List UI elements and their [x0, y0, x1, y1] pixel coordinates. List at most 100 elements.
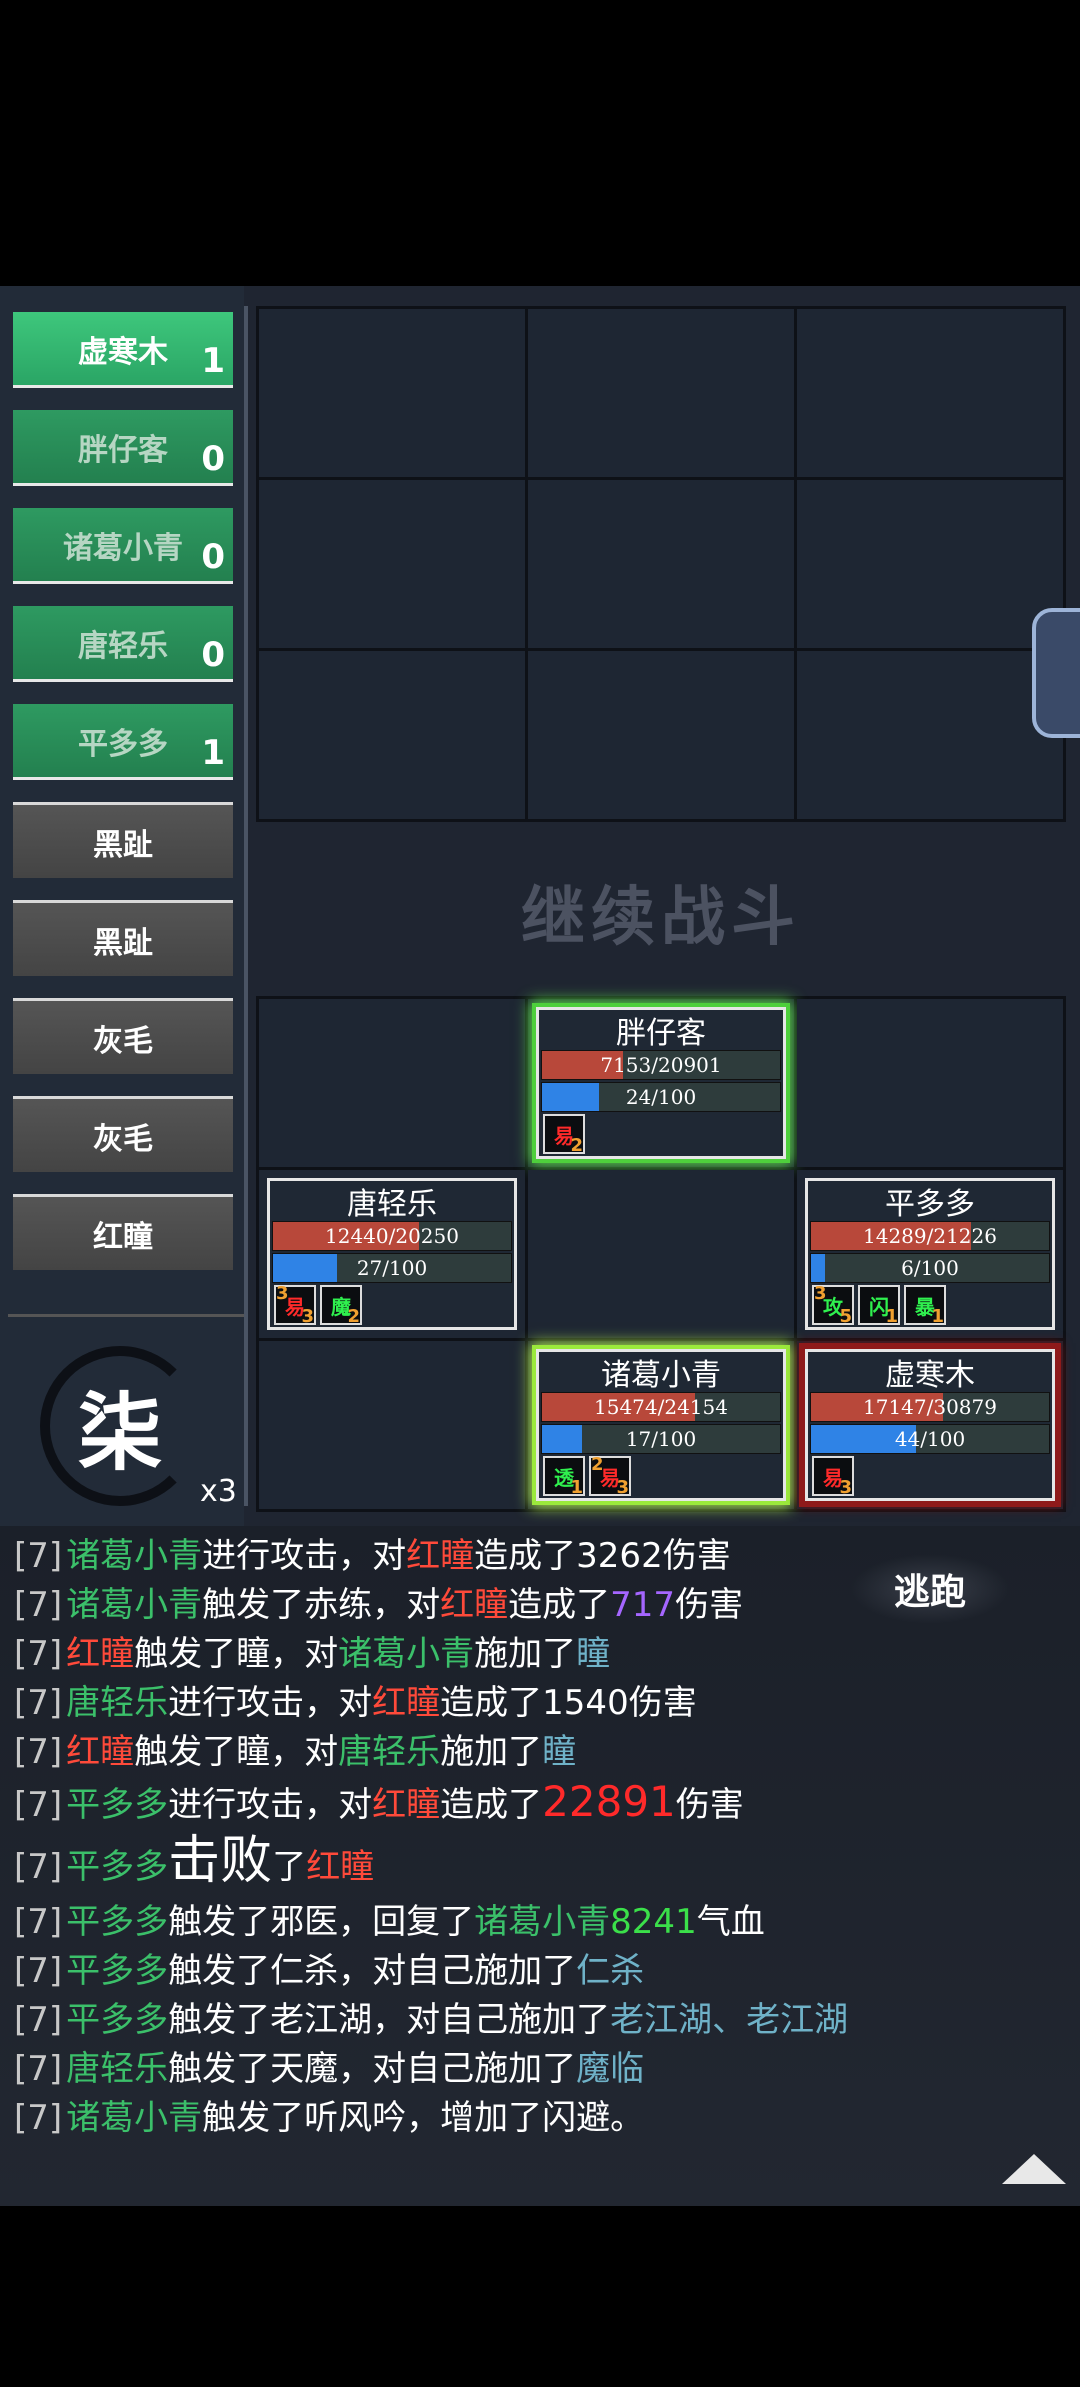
buff-icon[interactable]: 暴1 [904, 1285, 946, 1327]
buff-stack: 2 [591, 1454, 604, 1475]
roster-enemy-5[interactable]: 红瞳 [13, 1194, 233, 1270]
ally-slot[interactable]: 胖仔客 7153/20901 24/100 易2 [528, 999, 794, 1167]
roster-count: 0 [201, 439, 225, 479]
log-segment: 8241 [610, 1902, 697, 1942]
buff-list: 攻35闪1暴1 [812, 1283, 1048, 1327]
roster-name: 黑趾 [93, 827, 153, 863]
buff-icon[interactable]: 透1 [543, 1456, 585, 1498]
log-segment: 老江湖、老江湖 [610, 2000, 849, 2040]
log-segment: 诸葛小青 [66, 1585, 203, 1625]
log-segment: 击败 [168, 1831, 273, 1891]
buff-list: 易2 [543, 1114, 779, 1156]
log-segment: 瞳 [576, 1634, 611, 1674]
enemy-slot[interactable] [797, 309, 1063, 477]
energy-text: 24/100 [625, 1085, 697, 1109]
log-segment: 伤害 [675, 1785, 744, 1825]
log-line: [7] 平多多触发了老江湖，对自己施加了老江湖、老江湖 [14, 1996, 1064, 2045]
roster-name: 灰毛 [93, 1121, 153, 1157]
battle-log-panel: 逃跑 [7] 诸葛小青进行攻击，对红瞳造成了3262伤害 [7] 诸葛小青触发了赤练，… [0, 1526, 1080, 2206]
roster-name: 平多多 [78, 726, 168, 762]
roster-ally-tangqingle[interactable]: 唐轻乐 0 [13, 606, 233, 682]
log-line: [7] 平多多触发了邪医，回复了诸葛小青8241气血 [14, 1898, 1064, 1947]
ally-slot [528, 1170, 794, 1338]
log-segment: 诸葛小青 [338, 1634, 475, 1674]
log-line: [7] 诸葛小青进行攻击，对红瞳造成了3262伤害 [14, 1532, 1064, 1581]
roster-ally-pingduoduo[interactable]: 平多多 1 [13, 704, 233, 780]
buff-count: 2 [570, 1135, 583, 1156]
buff-icon[interactable]: 易3 [812, 1456, 854, 1498]
buff-icon[interactable]: 闪1 [858, 1285, 900, 1327]
continue-battle-button[interactable]: 继续战斗 [256, 866, 1066, 958]
enemy-slot[interactable] [259, 651, 525, 819]
log-round-prefix: [7] [14, 2000, 63, 2040]
roster-enemy-4[interactable]: 灰毛 [13, 1096, 233, 1172]
energy-text: 17/100 [625, 1427, 697, 1451]
buff-count: 1 [570, 1477, 583, 1498]
unit-card-pangzaike[interactable]: 胖仔客 7153/20901 24/100 易2 [536, 1007, 786, 1159]
enemy-slot[interactable] [259, 309, 525, 477]
ally-slot[interactable]: 平多多 14289/21226 6/100 攻35闪1暴1 [797, 1170, 1063, 1338]
round-badge: 柒 [40, 1346, 200, 1506]
log-segment: 触发了瞳，对 [134, 1732, 339, 1772]
ally-slot[interactable]: 诸葛小青 15474/24154 17/100 透1易23 [528, 1341, 794, 1509]
hp-bar: 17147/30879 [810, 1392, 1050, 1422]
roster-enemy-3[interactable]: 灰毛 [13, 998, 233, 1074]
energy-bar: 24/100 [541, 1082, 781, 1112]
log-round-prefix: [7] [14, 1536, 63, 1576]
unit-name: 平多多 [885, 1187, 975, 1222]
buff-icon[interactable]: 易23 [589, 1454, 631, 1498]
log-segment: 红瞳 [372, 1683, 441, 1723]
roster-enemy-2[interactable]: 黑趾 [13, 900, 233, 976]
battle-screen: 虚寒木 1 胖仔客 0 诸葛小青 0 唐轻乐 0 平多多 1 黑趾 黑趾 灰毛 … [0, 286, 1080, 2206]
unit-card-xuhanmu[interactable]: 虚寒木 17147/30879 44/100 易3 [805, 1349, 1055, 1501]
buff-count: 5 [839, 1306, 852, 1327]
log-line: [7] 平多多进行攻击，对红瞳造成了22891伤害 [14, 1777, 1064, 1830]
log-round-prefix: [7] [14, 1951, 63, 1991]
energy-bar: 17/100 [541, 1424, 781, 1454]
battle-log: [7] 诸葛小青进行攻击，对红瞳造成了3262伤害 [7] 诸葛小青触发了赤练，对红瞳… [14, 1532, 1064, 2143]
roster-name: 唐轻乐 [78, 628, 168, 664]
enemy-slot[interactable] [797, 480, 1063, 648]
roster-ally-pangzaike[interactable]: 胖仔客 0 [13, 410, 233, 486]
unit-card-pingduoduo[interactable]: 平多多 14289/21226 6/100 攻35闪1暴1 [805, 1178, 1055, 1330]
side-menu-emblem-icon[interactable] [1032, 608, 1080, 738]
log-segment: 红瞳 [306, 1847, 375, 1887]
buff-stack: 3 [814, 1283, 827, 1304]
scroll-up-icon[interactable] [1002, 2154, 1066, 2184]
buff-icon[interactable]: 攻35 [812, 1283, 854, 1327]
roster-enemy-1[interactable]: 黑趾 [13, 802, 233, 878]
enemy-slot[interactable] [797, 651, 1063, 819]
enemy-slot[interactable] [528, 480, 794, 648]
buff-icon[interactable]: 易33 [274, 1283, 316, 1327]
ally-slot[interactable]: 虚寒木 17147/30879 44/100 易3 [797, 1341, 1063, 1509]
energy-bar: 6/100 [810, 1253, 1050, 1283]
log-segment: 触发了天魔，对自己施加了 [168, 2049, 577, 2089]
log-line: [7] 红瞳触发了瞳，对诸葛小青施加了瞳 [14, 1630, 1064, 1679]
log-round-prefix: [7] [14, 1585, 63, 1625]
log-segment: 红瞳 [66, 1634, 135, 1674]
roster-ally-zhugexiaoqing[interactable]: 诸葛小青 0 [13, 508, 233, 584]
hp-text: 12440/20250 [325, 1224, 459, 1248]
unit-card-zhugexiaoqing[interactable]: 诸葛小青 15474/24154 17/100 透1易23 [536, 1349, 786, 1501]
energy-text: 27/100 [356, 1256, 428, 1280]
buff-icon[interactable]: 魔2 [320, 1285, 362, 1327]
log-segment: 造成了 [440, 1785, 543, 1825]
roster-ally-xuhanmu[interactable]: 虚寒木 1 [13, 312, 233, 388]
panel-divider [244, 306, 248, 1506]
hp-bar: 14289/21226 [810, 1221, 1050, 1251]
roster-count: 1 [201, 341, 225, 381]
ally-grid: 胖仔客 7153/20901 24/100 易2 唐轻乐 12440/20250… [256, 996, 1066, 1512]
enemy-slot[interactable] [528, 309, 794, 477]
hp-text: 15474/24154 [594, 1395, 728, 1419]
enemy-slot[interactable] [528, 651, 794, 819]
log-segment: 仁杀 [576, 1951, 645, 1991]
speed-multiplier[interactable]: x3 [200, 1474, 237, 1509]
unit-card-tangqingle[interactable]: 唐轻乐 12440/20250 27/100 易33魔2 [267, 1178, 517, 1330]
ally-slot[interactable]: 唐轻乐 12440/20250 27/100 易33魔2 [259, 1170, 525, 1338]
log-line: [7] 唐轻乐触发了天魔，对自己施加了魔临 [14, 2045, 1064, 2094]
log-segment: 717 [610, 1585, 676, 1625]
enemy-slot[interactable] [259, 480, 525, 648]
buff-list: 易33魔2 [274, 1283, 510, 1327]
buff-icon[interactable]: 易2 [543, 1114, 585, 1156]
buff-count: 1 [931, 1306, 944, 1327]
